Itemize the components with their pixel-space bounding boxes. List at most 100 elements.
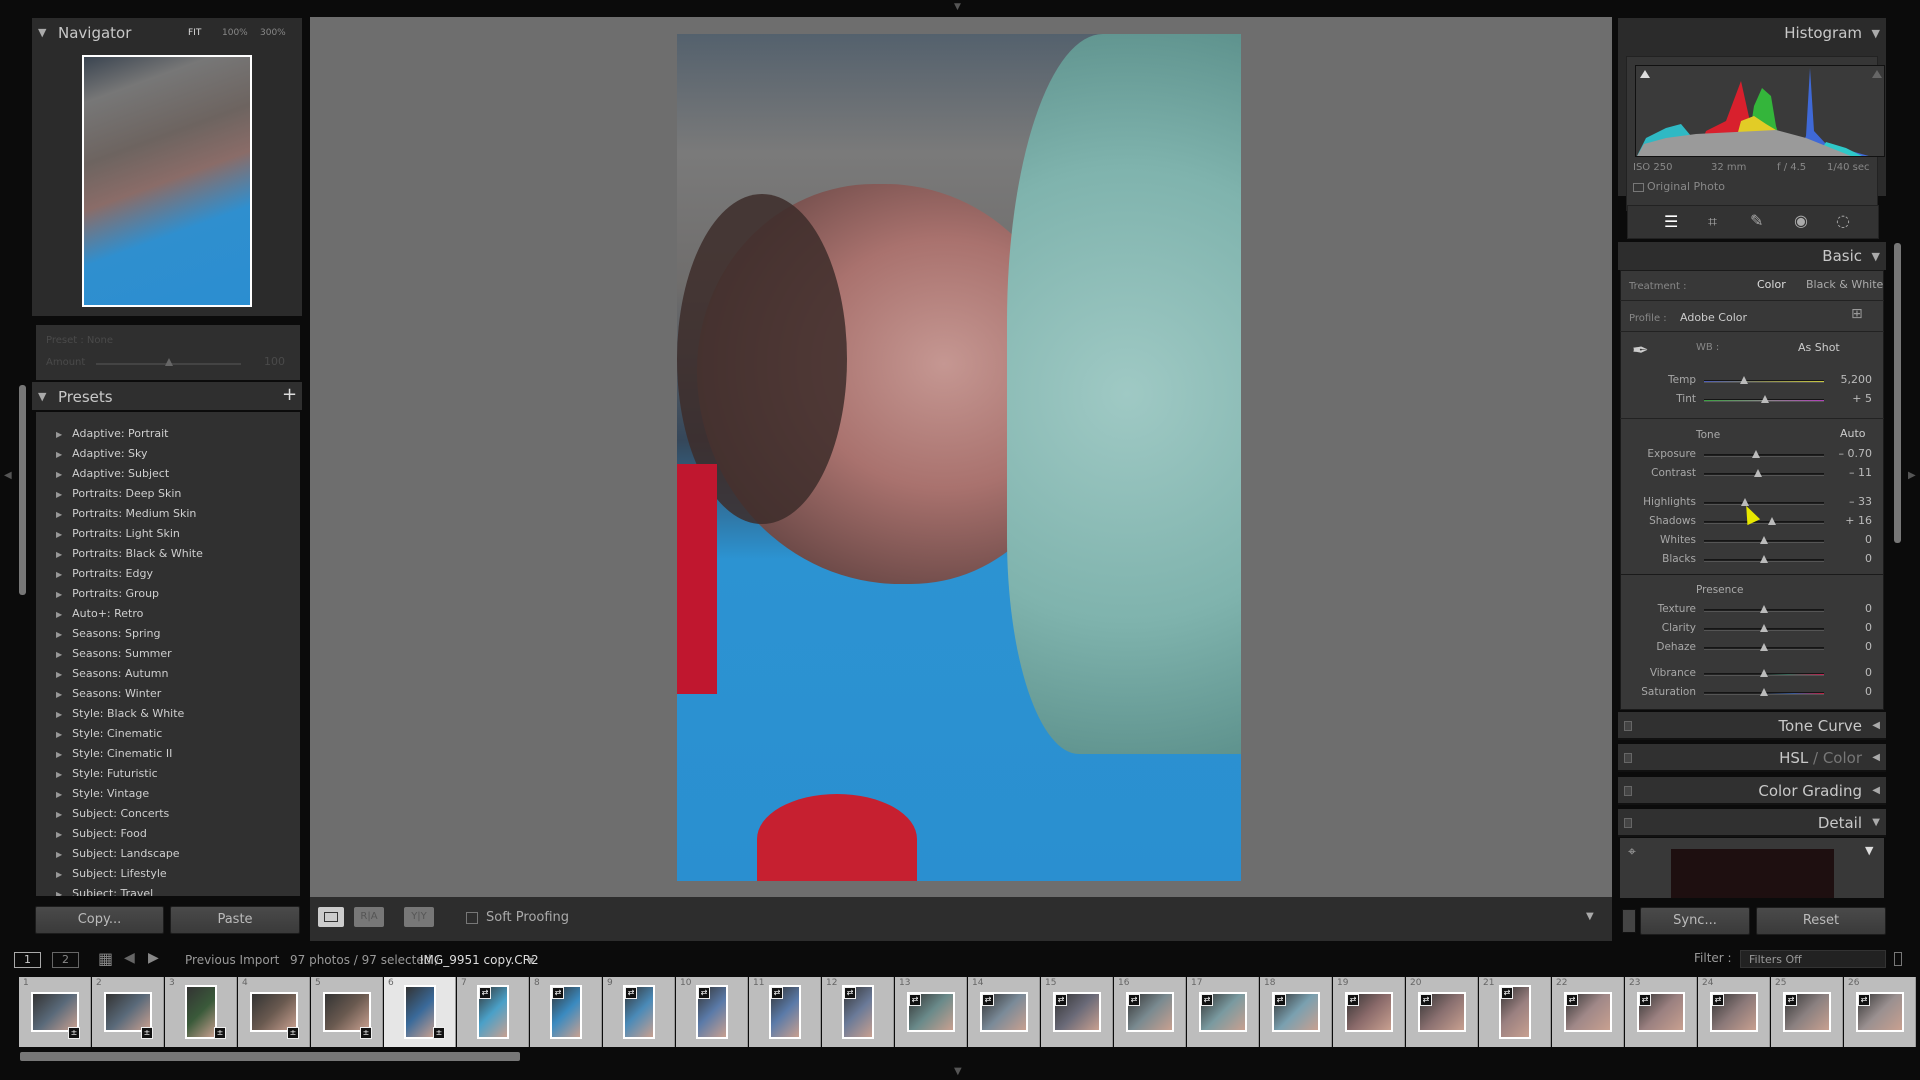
loupe-view-button[interactable] <box>318 907 344 927</box>
color-tab[interactable]: Color <box>1823 749 1862 767</box>
expand-icon[interactable]: ▶ <box>56 710 62 719</box>
main-photo[interactable] <box>677 34 1241 881</box>
screen-2-button[interactable]: 2 <box>52 952 79 968</box>
toggle-switch[interactable] <box>1624 753 1632 763</box>
zoom-300[interactable]: 300% <box>260 28 286 38</box>
preset-item[interactable]: ▶ Style: Cinematic <box>56 727 162 740</box>
detail-preview[interactable] <box>1671 849 1834 898</box>
slider-track[interactable] <box>1704 395 1824 403</box>
wb-eyedropper-icon[interactable]: ✒ <box>1632 338 1649 362</box>
wb-dropdown[interactable]: As Shot <box>1798 341 1840 354</box>
preset-item[interactable]: ▶ Portraits: Group <box>56 587 159 600</box>
slider-texture[interactable]: Texture 0 <box>1618 601 1886 619</box>
filmstrip-thumbnail[interactable]: 15 ⇄ <box>1041 977 1113 1047</box>
expand-icon[interactable]: ▶ <box>56 650 62 659</box>
expand-icon[interactable]: ◀ <box>1872 720 1880 731</box>
filmstrip-thumbnail[interactable]: 5 ± <box>311 977 383 1047</box>
slider-thumb[interactable] <box>1760 605 1768 613</box>
expand-icon[interactable]: ▶ <box>56 530 62 539</box>
collapse-icon[interactable]: ▼ <box>38 390 46 403</box>
expand-icon[interactable]: ▶ <box>56 750 62 759</box>
plus-icon[interactable]: + <box>282 384 297 405</box>
color-grading-section[interactable]: Color Grading ◀ <box>1618 777 1886 805</box>
preset-item[interactable]: ▶ Seasons: Spring <box>56 627 161 640</box>
preset-item[interactable]: ▶ Style: Black & White <box>56 707 184 720</box>
reset-button[interactable]: Reset <box>1756 907 1886 935</box>
slider-value[interactable]: 0 <box>1865 640 1872 653</box>
expand-icon[interactable]: ◀ <box>1872 752 1880 763</box>
filmstrip-thumbnail[interactable]: 17 ⇄ <box>1187 977 1259 1047</box>
slider-clarity[interactable]: Clarity 0 <box>1618 620 1886 638</box>
filmstrip-thumbnail[interactable]: 20 ⇄ <box>1406 977 1478 1047</box>
navigator-preview[interactable] <box>82 55 252 307</box>
collapse-icon[interactable]: ▼ <box>1872 817 1880 828</box>
preset-item[interactable]: ▶ Auto+: Retro <box>56 607 143 620</box>
hsl-section[interactable]: HSL / Color ◀ <box>1618 744 1886 772</box>
sliders-icon[interactable]: ☰ <box>1664 212 1678 231</box>
right-panel-scrollbar[interactable] <box>1894 243 1901 543</box>
preset-item[interactable]: ▶ Subject: Food <box>56 827 147 840</box>
slider-thumb[interactable] <box>1761 395 1770 403</box>
bottom-panel-toggle[interactable]: ▼ <box>954 1066 962 1077</box>
slider-saturation[interactable]: Saturation 0 <box>1618 684 1886 702</box>
slider-track[interactable] <box>1704 669 1824 677</box>
slider-thumb[interactable] <box>1760 555 1768 563</box>
preset-item[interactable]: ▶ Portraits: Black & White <box>56 547 203 560</box>
expand-icon[interactable]: ▶ <box>56 730 62 739</box>
slider-thumb[interactable] <box>1760 688 1768 696</box>
expand-icon[interactable]: ▶ <box>56 830 62 839</box>
healing-icon[interactable]: ✎ <box>1750 211 1763 230</box>
image-canvas[interactable] <box>310 17 1612 897</box>
slider-thumb[interactable] <box>1760 643 1768 651</box>
zoom-fit[interactable]: FIT <box>188 28 201 38</box>
preset-item[interactable]: ▶ Portraits: Medium Skin <box>56 507 196 520</box>
yy-view-button[interactable]: Y|Y <box>404 907 434 927</box>
filmstrip-thumbnail[interactable]: 8 ⇄ <box>530 977 602 1047</box>
expand-icon[interactable]: ▶ <box>56 570 62 579</box>
slider-value[interactable]: 0 <box>1865 533 1872 546</box>
back-arrow-icon[interactable]: ◀ <box>124 950 135 966</box>
slider-value[interactable]: 0 <box>1865 552 1872 565</box>
slider-value[interactable]: 0 <box>1865 666 1872 679</box>
redeye-icon[interactable]: ◉ <box>1794 211 1808 230</box>
slider-thumb[interactable] <box>1751 450 1760 458</box>
preset-item[interactable]: ▶ Adaptive: Portrait <box>56 427 168 440</box>
preset-item[interactable]: ▶ Adaptive: Subject <box>56 467 169 480</box>
sync-toggle[interactable] <box>1622 909 1636 933</box>
slider-vibrance[interactable]: Vibrance 0 <box>1618 665 1886 683</box>
target-icon[interactable]: ⌖ <box>1628 844 1636 860</box>
slider-track[interactable] <box>1704 605 1824 613</box>
filmstrip-thumbnail[interactable]: 3 ± <box>165 977 237 1047</box>
filmstrip-scrollbar[interactable] <box>20 1052 520 1061</box>
filmstrip-thumbnail[interactable]: 21 ⇄ <box>1479 977 1551 1047</box>
filmstrip-thumbnail[interactable]: 1 ± <box>19 977 91 1047</box>
treatment-color[interactable]: Color <box>1757 278 1786 291</box>
basic-header[interactable]: Basic ▼ <box>1618 242 1886 270</box>
filter-lock[interactable] <box>1894 952 1902 966</box>
expand-icon[interactable]: ▶ <box>56 550 62 559</box>
expand-icon[interactable]: ▶ <box>56 690 62 699</box>
detail-section[interactable]: Detail ▼ <box>1618 809 1886 837</box>
top-panel-toggle[interactable]: ▼ <box>954 2 961 12</box>
slider-value[interactable]: + 16 <box>1845 514 1872 527</box>
right-panel-toggle[interactable]: ▶ <box>1908 470 1916 481</box>
left-panel-toggle[interactable]: ◀ <box>4 470 12 481</box>
slider-blacks[interactable]: Blacks 0 <box>1618 551 1886 569</box>
expand-icon[interactable]: ▶ <box>56 470 62 479</box>
preset-item[interactable]: ▶ Seasons: Autumn <box>56 667 168 680</box>
filmstrip-thumbnail[interactable]: 19 ⇄ <box>1333 977 1405 1047</box>
zoom-100[interactable]: 100% <box>222 28 248 38</box>
preset-item[interactable]: ▶ Style: Vintage <box>56 787 149 800</box>
expand-icon[interactable]: ◀ <box>1872 785 1880 796</box>
filmstrip-thumbnail[interactable]: 2 ± <box>92 977 164 1047</box>
preset-item[interactable]: ▶ Portraits: Light Skin <box>56 527 180 540</box>
slider-track[interactable] <box>1704 643 1824 651</box>
slider-value[interactable]: – 33 <box>1849 495 1872 508</box>
slider-track[interactable] <box>1704 376 1824 384</box>
screen-1-button[interactable]: 1 <box>14 952 41 968</box>
filmstrip-thumbnail[interactable]: 18 ⇄ <box>1260 977 1332 1047</box>
collapse-icon[interactable]: ▼ <box>1872 250 1880 263</box>
expand-icon[interactable]: ▶ <box>56 670 62 679</box>
slider-thumb[interactable] <box>1739 376 1748 384</box>
slider-track[interactable] <box>1704 688 1824 696</box>
